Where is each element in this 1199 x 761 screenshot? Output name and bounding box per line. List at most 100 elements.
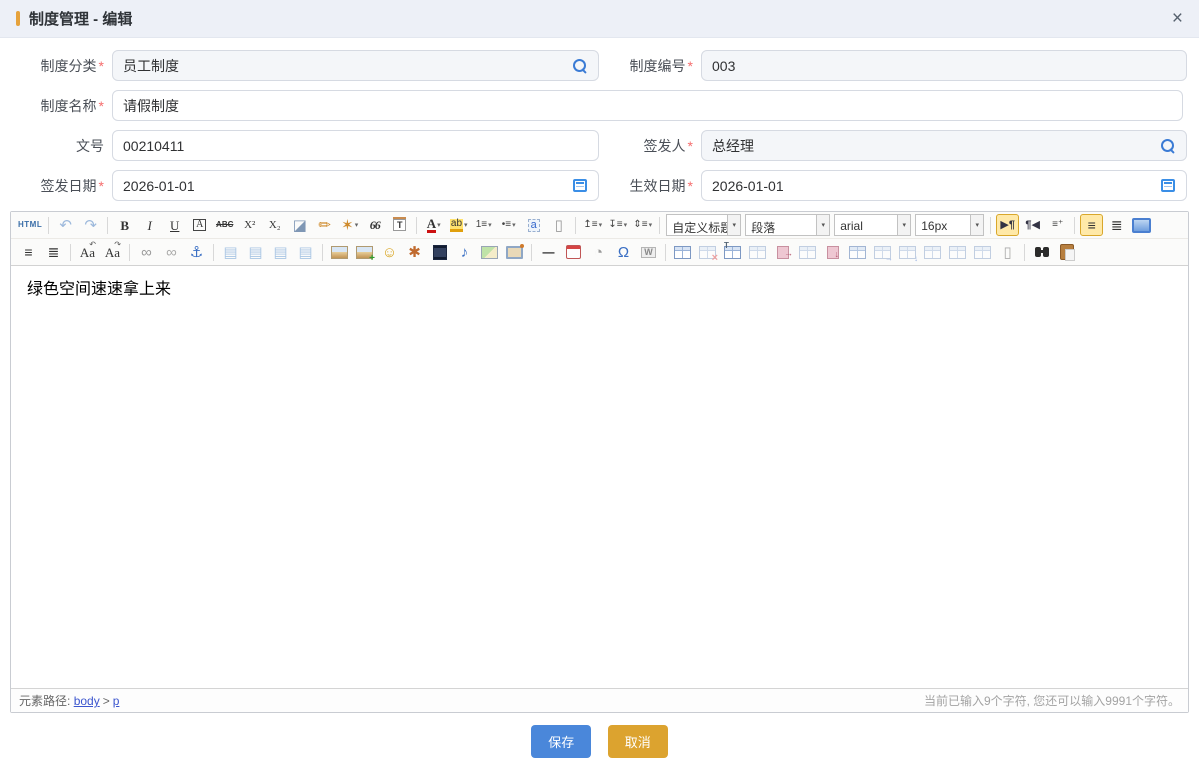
path-link-p[interactable]: p [113,694,120,708]
word-import-button[interactable]: W [637,241,660,263]
insert-col-button[interactable] [871,241,894,263]
search-icon[interactable] [573,59,587,73]
split-cols-button[interactable] [971,241,994,263]
emoticon-button[interactable]: ☺ [378,241,401,263]
custom-title-select[interactable]: 自定义标题▾ [666,214,741,236]
paragraph-select[interactable]: 段落▾ [745,214,830,236]
blockquote-button[interactable]: 66 [363,214,386,236]
font-family-select[interactable]: arial▾ [834,214,911,236]
name-label: 制度名称* [12,96,112,116]
rtl-button[interactable]: ¶◀ [1021,214,1044,236]
field-effective-date: 生效日期* [605,170,1187,201]
strikethrough-button[interactable]: ABC [213,214,236,236]
format-brush-button[interactable]: ✏ [313,214,336,236]
anchor-button[interactable]: ⚓ [185,241,208,263]
delete-col-button[interactable] [796,241,819,263]
undo-button[interactable]: ↶ [54,214,77,236]
superscript-button[interactable]: X² [238,214,261,236]
remove-format-button[interactable]: ◪ [288,214,311,236]
border-style-button[interactable]: A [188,214,211,236]
special-char-button[interactable]: Ω [612,241,635,263]
find-replace-button[interactable] [1030,241,1053,263]
issue-date-input[interactable] [112,170,599,201]
increase-indent-button[interactable]: ▤ [244,241,267,263]
insert-image-button[interactable] [328,241,351,263]
issuer-input[interactable] [701,130,1187,161]
delete-row-button[interactable] [821,241,844,263]
auto-typeset-button[interactable]: ≡⁺ [1046,214,1069,236]
first-line-indent-button[interactable]: ▤ [219,241,242,263]
justify-full-button[interactable]: ≣ [42,241,65,263]
decrease-indent-button[interactable]: ▤ [269,241,292,263]
cancel-button[interactable]: 取消 [608,725,668,758]
chevron-down-icon[interactable]: ▾ [727,215,740,235]
insert-time-button[interactable]: ◔ [587,241,610,263]
merge-right-button[interactable] [771,241,794,263]
paste-button[interactable] [1055,241,1078,263]
ordered-list-button[interactable]: 1≡▾ [472,214,495,236]
toolbar-separator [1024,244,1025,261]
horizontal-rule-button[interactable]: — [537,241,560,263]
insert-video-button[interactable] [428,241,451,263]
line-height-button[interactable]: ⇕≡▾ [631,214,654,236]
word-art-button[interactable]: ✱ [403,241,426,263]
insert-table-button[interactable] [671,241,694,263]
align-left-button[interactable]: ≡ [1080,214,1103,236]
editor-content[interactable]: 绿色空间速速拿上来 [11,266,1188,688]
close-icon[interactable]: × [1172,9,1183,28]
path-link-body[interactable]: body [74,694,100,708]
ltr-button[interactable]: ▶¶ [996,214,1019,236]
space-after-button[interactable]: ↧≡▾ [606,214,629,236]
search-icon[interactable] [1161,139,1175,153]
uppercase-button[interactable]: Aa [76,241,99,263]
number-input[interactable] [701,50,1187,81]
bold-button[interactable]: B [113,214,136,236]
delete-table-button[interactable] [696,241,719,263]
insert-date-button[interactable] [562,241,585,263]
unordered-list-button[interactable]: •≡▾ [497,214,520,236]
link-button[interactable]: ∞ [135,241,158,263]
category-input[interactable] [112,50,599,81]
inline-anchor-button[interactable]: a [522,214,545,236]
font-color-button[interactable]: A▾ [422,214,445,236]
calendar-icon[interactable] [573,179,587,192]
italic-button[interactable]: I [138,214,161,236]
effective-date-input[interactable] [701,170,1187,201]
new-document-button[interactable]: ▯ [547,214,570,236]
redo-button[interactable]: ↷ [79,214,102,236]
chevron-down-icon[interactable]: ▾ [897,215,910,235]
block-indent-button[interactable]: ▤ [294,241,317,263]
save-button[interactable]: 保存 [531,725,591,758]
insert-row-button[interactable] [896,241,919,263]
unlink-button[interactable]: ∞ [160,241,183,263]
table-prop-button[interactable] [721,241,744,263]
underline-button[interactable]: U [163,214,186,236]
field-issue-date: 签发日期* [12,170,599,201]
align-justify-button[interactable]: ≣ [1105,214,1128,236]
font-size-select[interactable]: 16px▾ [915,214,984,236]
paste-plain-button[interactable]: T [388,214,411,236]
calendar-icon[interactable] [1161,179,1175,192]
merge-cells-button[interactable] [921,241,944,263]
cell-prop-button[interactable] [846,241,869,263]
insert-music-button[interactable]: ♪ [453,241,476,263]
fullscreen-button[interactable] [1130,214,1153,236]
insert-map-button[interactable] [478,241,501,263]
page-break-button[interactable]: ▯ [996,241,1019,263]
required-mark: * [688,138,693,154]
name-input[interactable] [112,90,1183,121]
source-code-button[interactable]: HTML [17,214,43,236]
row-prop-button[interactable] [746,241,769,263]
highlight-color-button[interactable]: ab▾ [447,214,470,236]
chevron-down-icon[interactable]: ▾ [970,215,983,235]
paragraph-indent-button[interactable]: ≡ [17,241,40,263]
quick-format-button[interactable]: ✶▾ [338,214,361,236]
doc-no-input[interactable] [112,130,599,161]
multi-image-button[interactable] [353,241,376,263]
subscript-button[interactable]: X₂ [263,214,286,236]
split-rows-button[interactable] [946,241,969,263]
screen-capture-button[interactable] [503,241,526,263]
lowercase-button[interactable]: Aa [101,241,124,263]
space-before-button[interactable]: ↥≡▾ [581,214,604,236]
chevron-down-icon[interactable]: ▾ [816,215,829,235]
